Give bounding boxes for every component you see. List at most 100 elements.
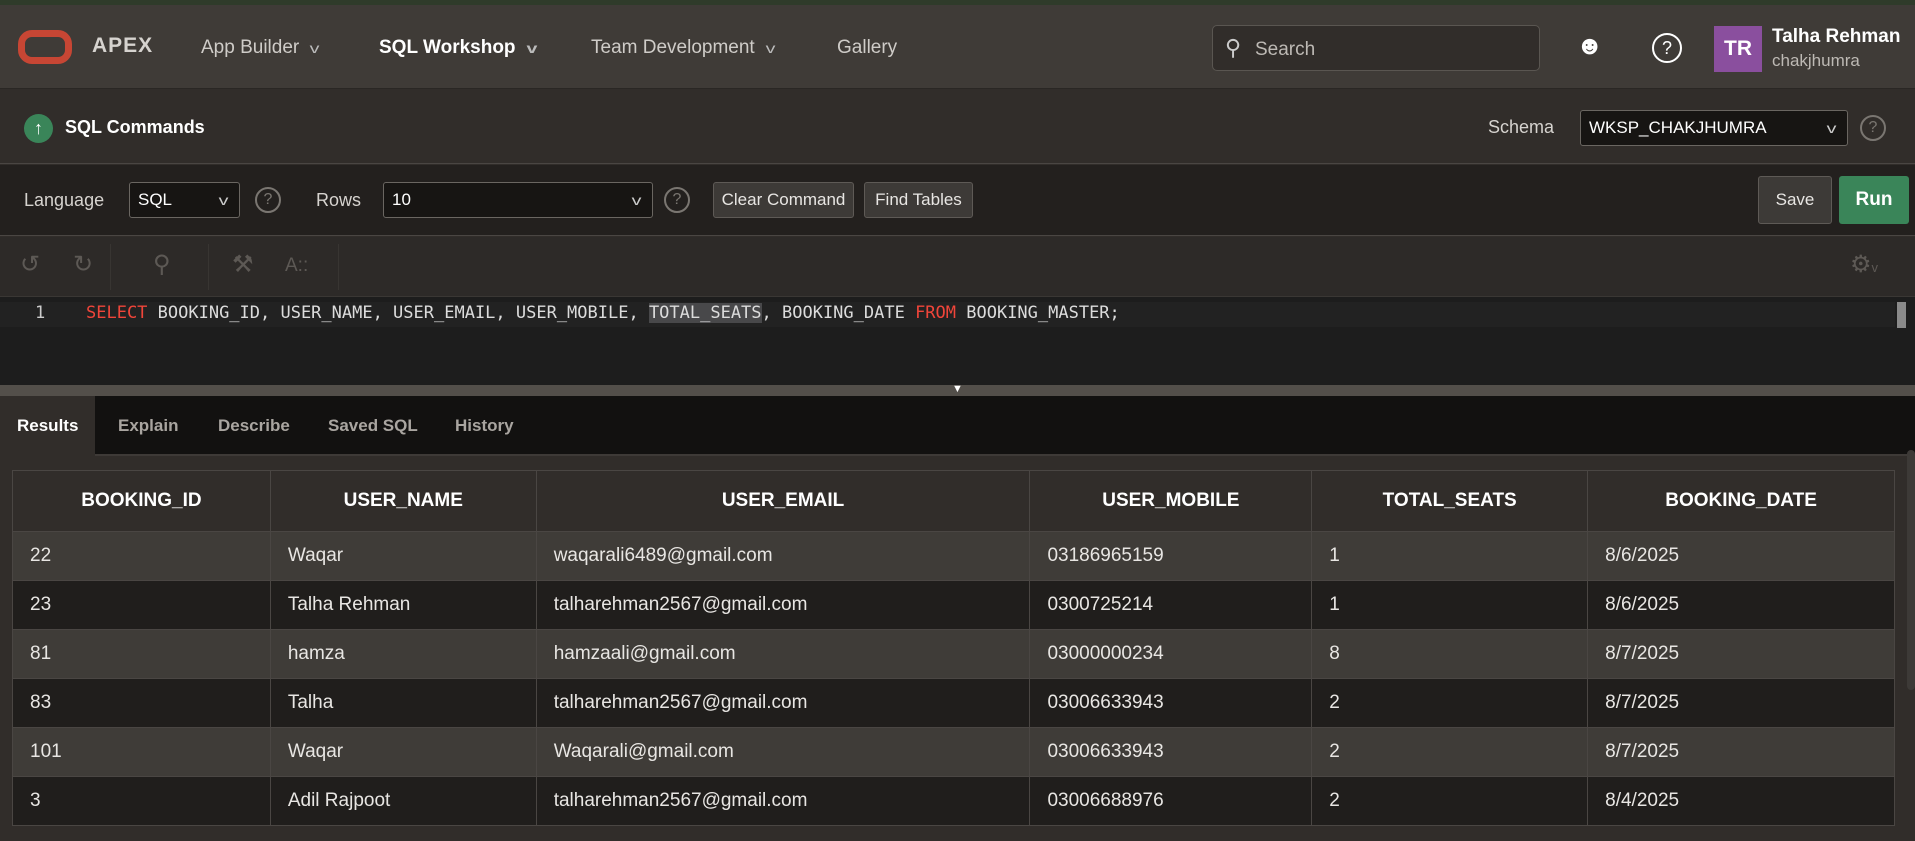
language-label: Language [24, 190, 105, 210]
results-scrollbar[interactable] [1907, 450, 1915, 690]
table-row: 22 Waqar waqarali6489@gmail.com 03186965159… [12, 531, 1895, 581]
table-cell: Waqar [269, 727, 537, 777]
tab-saved-sql[interactable]: Saved SQL [311, 396, 435, 456]
search-input[interactable]: ⚲ Search [1212, 25, 1540, 71]
oracle-logo-icon[interactable] [18, 30, 72, 64]
nav-label: Team Development [591, 37, 755, 58]
rows-help-icon[interactable]: ? [664, 187, 690, 213]
table-cell: 23 [12, 580, 271, 630]
nav-sql-workshop[interactable]: SQL Workshop v [379, 37, 537, 59]
schema-select[interactable]: WKSP_CHAKJHUMRA v [1580, 110, 1848, 146]
gear-icon[interactable]: ⚙v [1850, 250, 1878, 279]
tab-explain[interactable]: Explain [101, 396, 195, 456]
table-row: 101 Waqar Waqarali@gmail.com 03006633943 2 8/… [12, 727, 1895, 777]
column-header[interactable]: USER_MOBILE [1029, 470, 1313, 532]
table-cell: 1 [1311, 531, 1589, 581]
schema-help-icon[interactable]: ? [1860, 115, 1886, 141]
search-icon[interactable]: ⚲ [153, 250, 171, 279]
table-cell: 03186965159 [1029, 531, 1313, 581]
table-cell: Waqar [269, 531, 537, 581]
table-cell: 8 [1311, 629, 1589, 679]
rows-value: 10 [392, 190, 411, 209]
table-cell: 03000000234 [1029, 629, 1313, 679]
table-cell: 8/7/2025 [1587, 629, 1895, 679]
chevron-down-icon: v [765, 40, 776, 56]
table-cell: 03006633943 [1029, 678, 1313, 728]
nav-label: App Builder [201, 37, 300, 58]
results-table: BOOKING_ID USER_NAME USER_EMAIL USER_MOB… [12, 470, 1895, 826]
table-cell: hamza [269, 629, 537, 679]
workspace-name: chakjhumra [1772, 51, 1860, 70]
table-cell: Talha Rehman [269, 580, 537, 630]
column-header[interactable]: USER_NAME [269, 470, 537, 532]
search-icon: ⚲ [1225, 35, 1242, 60]
schema-label: Schema [1488, 117, 1555, 137]
format-text-icon[interactable]: A:: [285, 255, 308, 277]
column-header[interactable]: BOOKING_DATE [1587, 470, 1895, 532]
help-icon[interactable]: ? [1652, 33, 1682, 63]
nav-team-development[interactable]: Team Development v [591, 37, 776, 59]
table-cell: 3 [12, 776, 271, 826]
search-placeholder: Search [1255, 39, 1316, 60]
tab-describe[interactable]: Describe [201, 396, 307, 456]
table-cell: 8/6/2025 [1587, 580, 1895, 630]
tab-results[interactable]: Results [0, 396, 96, 456]
avatar[interactable]: TR [1714, 26, 1762, 72]
nav-label: Gallery [837, 37, 898, 58]
table-cell: hamzaali@gmail.com [535, 629, 1031, 679]
nav-label: SQL Workshop [379, 37, 516, 58]
table-cell: 101 [12, 727, 271, 777]
line-number: 1 [35, 303, 46, 323]
divider [338, 244, 339, 290]
undo-icon[interactable]: ↺ [20, 250, 40, 279]
code-text: , BOOKING_DATE [761, 303, 916, 323]
schema-value: WKSP_CHAKJHUMRA [1589, 118, 1767, 137]
column-header[interactable]: USER_EMAIL [535, 470, 1031, 532]
redo-icon[interactable]: ↻ [73, 250, 93, 279]
keyword: FROM [915, 303, 957, 323]
editor-scrollbar[interactable] [1897, 302, 1906, 328]
table-cell: Waqarali@gmail.com [535, 727, 1031, 777]
tab-history[interactable]: History [438, 396, 531, 456]
chevron-down-icon: v [309, 40, 320, 56]
save-button[interactable]: Save [1758, 176, 1832, 224]
apex-brand[interactable]: APEX [92, 34, 153, 58]
table-cell: 22 [12, 531, 271, 581]
language-help-icon[interactable]: ? [255, 187, 281, 213]
nav-gallery[interactable]: Gallery [837, 37, 897, 59]
table-cell: 03006633943 [1029, 727, 1313, 777]
table-cell: waqarali6489@gmail.com [535, 531, 1031, 581]
table-cell: talharehman2567@gmail.com [535, 580, 1031, 630]
language-value: SQL [138, 190, 173, 209]
rows-label: Rows [316, 190, 362, 210]
clear-command-button[interactable]: Clear Command [713, 182, 854, 218]
highlighted-word: TOTAL_SEATS [648, 303, 762, 323]
find-tables-button[interactable]: Find Tables [864, 182, 973, 218]
collapse-arrow-icon[interactable]: ▼ [952, 383, 963, 395]
sql-code[interactable]: SELECT BOOKING_ID, USER_NAME, USER_EMAIL… [86, 303, 1120, 323]
column-header[interactable]: TOTAL_SEATS [1311, 470, 1589, 532]
table-cell: 8/4/2025 [1587, 776, 1895, 826]
code-text: BOOKING_ID, USER_NAME, USER_EMAIL, USER_… [147, 303, 649, 323]
table-cell: talharehman2567@gmail.com [535, 678, 1031, 728]
results-tabs: Results Explain Describe Saved SQL Histo… [0, 396, 1915, 456]
language-select[interactable]: SQL v [129, 182, 240, 218]
column-header[interactable]: BOOKING_ID [12, 470, 271, 532]
divider [208, 244, 209, 290]
chevron-down-icon: v [525, 40, 537, 56]
arrow-up-icon: ↑ [24, 114, 53, 143]
user-name[interactable]: Talha Rehman [1772, 26, 1900, 48]
run-button[interactable]: Run [1839, 176, 1909, 224]
table-cell: 8/7/2025 [1587, 678, 1895, 728]
divider [110, 244, 111, 290]
table-row: 81 hamza hamzaali@gmail.com 03000000234 8 8/7… [12, 629, 1895, 679]
table-cell: Adil Rajpoot [269, 776, 537, 826]
admin-user-wrench-icon[interactable]: ☻ [1576, 30, 1603, 61]
table-header-row: BOOKING_ID USER_NAME USER_EMAIL USER_MOB… [12, 470, 1895, 532]
nav-app-builder[interactable]: App Builder v [201, 37, 320, 59]
table-cell: 1 [1311, 580, 1589, 630]
table-row: 23 Talha Rehman talharehman2567@gmail.com 0… [12, 580, 1895, 630]
table-row: 3 Adil Rajpoot talharehman2567@gmail.com 03… [12, 776, 1895, 826]
hammer-icon[interactable]: ⚒ [232, 250, 254, 279]
rows-select[interactable]: 10 v [383, 182, 653, 218]
